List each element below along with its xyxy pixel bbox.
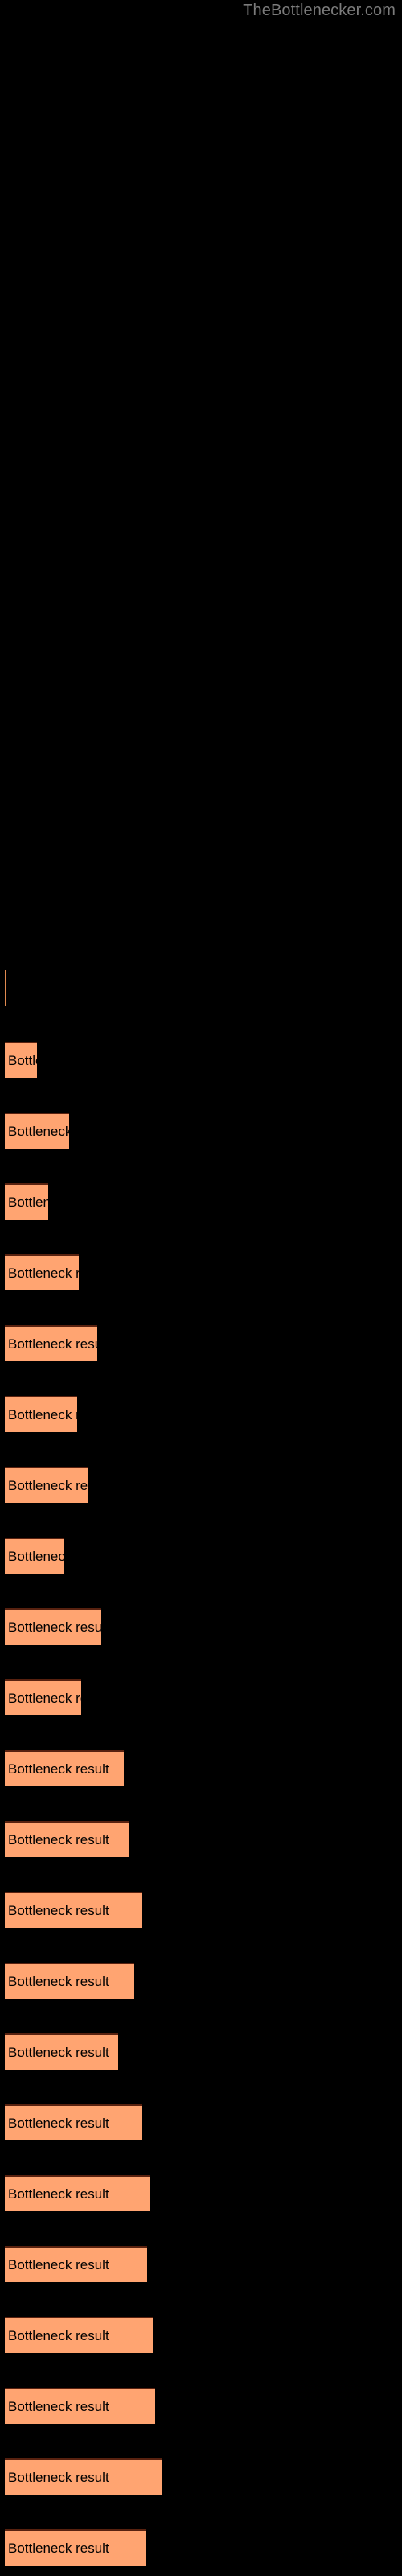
bar-value-label: Bottleneck result [8, 1761, 109, 1777]
bar-value-label: Bottleneck result [8, 1407, 77, 1422]
chart-bar: Bottleneck result [5, 2104, 142, 2140]
bar-value-label: Bottleneck result [8, 2045, 109, 2060]
chart-bar: Bottleneck result [5, 1467, 88, 1503]
chart-bar: Bottleneck result [5, 2529, 146, 2566]
chart-bar: Bottleneck result [5, 1679, 81, 1715]
bar-value-label: Bottleneck result [8, 2328, 109, 2343]
chart-bar [5, 970, 6, 1006]
bar-value-label: Bottleneck result [8, 2470, 109, 2485]
chart-bar: Bottleneck result [5, 1892, 142, 1928]
bar-value-label: Bottleneck result [8, 1053, 37, 1068]
bar-value-label: Bottleneck result [8, 1195, 48, 1210]
bar-value-label: Bottleneck result [8, 2257, 109, 2273]
bar-value-label: Bottleneck result [8, 1265, 79, 1281]
bar-value-label: Bottleneck result [8, 2541, 109, 2556]
chart-bar: Bottleneck result [5, 2458, 162, 2495]
bar-value-label: Bottleneck result [8, 1903, 109, 1918]
bar-value-label: Bottleneck result [8, 2186, 109, 2202]
bar-chart: Bottleneck result Bottleneck result Bottle… [0, 0, 402, 2576]
chart-bar: Bottleneck result [5, 2246, 147, 2282]
chart-bar: Bottleneck result [5, 1963, 134, 1999]
bar-value-label: Bottleneck result [8, 2116, 109, 2131]
chart-bar: Bottleneck result [5, 1608, 101, 1645]
bar-value-label: Bottleneck result [8, 1549, 64, 1564]
chart-bar: Bottleneck result [5, 1254, 79, 1290]
chart-bar: Bottleneck result [5, 2388, 155, 2424]
bar-value-label: Bottleneck result [8, 1478, 88, 1493]
bar-value-label: Bottleneck result [8, 1620, 101, 1635]
chart-bar: Bottleneck result [5, 1750, 124, 1786]
chart-bar: Bottleneck result [5, 2033, 118, 2070]
chart-bar: Bottleneck result [5, 1396, 77, 1432]
chart-bar: Bottleneck result [5, 1325, 97, 1361]
chart-bar: Bottleneck result [5, 1821, 129, 1857]
bar-value-label: Bottleneck result [8, 1336, 97, 1352]
bar-value-label: Bottleneck result [8, 1832, 109, 1847]
chart-bar: Bottleneck result [5, 2175, 150, 2211]
bar-value-label: Bottleneck result [8, 1974, 109, 1989]
bar-value-label: Bottleneck result [8, 1690, 81, 1706]
bar-value-label: Bottleneck result [8, 2399, 109, 2414]
bar-value-label: Bottleneck result [8, 1124, 69, 1139]
chart-bar: Bottleneck result [5, 2317, 153, 2353]
chart-bar: Bottleneck result [5, 1042, 37, 1078]
chart-bar: Bottleneck result [5, 1183, 48, 1220]
chart-bar: Bottleneck result [5, 1538, 64, 1574]
chart-bar: Bottleneck result [5, 1113, 69, 1149]
